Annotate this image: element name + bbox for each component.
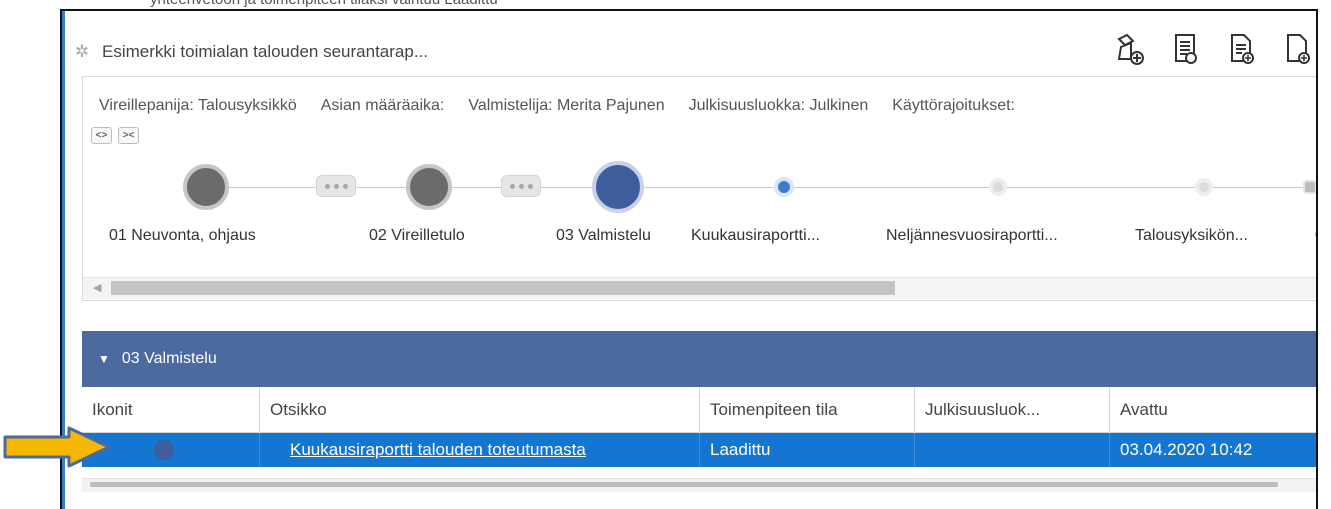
step-label[interactable]: 02 Vireilletulo — [369, 227, 465, 245]
task-status-icon — [154, 440, 174, 460]
top-instruction-text: yhteenvetoon ja toimenpiteen tilaksi vai… — [150, 0, 498, 8]
task-title-link[interactable]: Kuukausiraportti talouden toteutumasta — [270, 440, 586, 460]
case-header: ✲ Esimerkki toimialan talouden seurantar… — [72, 37, 428, 67]
row-publicity-cell — [915, 433, 1110, 467]
meta-maaraaika: Asian määräaika: — [320, 97, 445, 114]
table-scrollbar[interactable] — [82, 478, 1316, 492]
step-collapsed-pill[interactable] — [316, 175, 356, 197]
step-label[interactable]: Kuukausiraportti... — [691, 227, 820, 245]
new-document-icon[interactable] — [1280, 29, 1316, 69]
scroll-left-icon[interactable]: ◀ — [93, 281, 101, 294]
step-node-03-current[interactable] — [592, 161, 644, 213]
table-header: Ikonit Otsikko Toimenpiteen tila Julkisu… — [82, 387, 1316, 433]
top-text-strip: yhteenvetoon ja toimenpiteen tilaksi vai… — [0, 0, 1331, 9]
section-title: 03 Valmistelu — [121, 350, 217, 367]
task-node-kuukausiraportti[interactable] — [774, 177, 794, 197]
task-node-talousyksikon[interactable] — [1195, 178, 1213, 196]
table-scrollbar-thumb[interactable] — [90, 482, 1278, 487]
case-toolbar — [1112, 29, 1316, 69]
step-label[interactable]: 0 — [1315, 227, 1316, 245]
add-document-icon[interactable] — [1112, 29, 1148, 69]
task-node-neljannesvuosiraportti[interactable] — [989, 178, 1007, 196]
case-metadata: Vireillepanija: Talousyksikkö Asian määr… — [99, 97, 1015, 115]
row-title-cell: Kuukausiraportti talouden toteutumasta — [260, 433, 700, 467]
expand-timeline-button[interactable]: <> — [91, 127, 112, 144]
highlight-arrow-icon — [3, 426, 111, 468]
column-header[interactable]: Julkisuusluok... — [915, 387, 1110, 432]
gear-icon[interactable]: ✲ — [72, 42, 92, 62]
meta-julkisuusluokka: Julkisuusluokka: Julkinen — [688, 97, 869, 114]
step-collapsed-pill[interactable] — [501, 175, 541, 197]
column-header[interactable]: Toimenpiteen tila — [700, 387, 915, 432]
table-row[interactable]: Kuukausiraportti talouden toteutumasta L… — [82, 433, 1316, 467]
meta-valmistelija: Valmistelija: Merita Pajunen — [468, 97, 665, 114]
document-list-icon[interactable] — [1168, 29, 1204, 69]
timeline-nav: <> >< — [91, 127, 139, 144]
process-timeline: 01 Neuvonta, ohjaus 02 Vireilletulo 03 V… — [83, 157, 1316, 287]
step-node-02[interactable] — [406, 164, 452, 210]
step-label[interactable]: 01 Neuvonta, ohjaus — [109, 227, 256, 245]
column-header[interactable]: Otsikko — [260, 387, 700, 432]
step-label[interactable]: Neljännesvuosiraportti... — [886, 227, 1058, 245]
meta-vireillepanija: Vireillepanija: Talousyksikkö — [99, 97, 297, 114]
chevron-down-icon[interactable]: ▼ — [98, 352, 110, 366]
collapse-timeline-button[interactable]: >< — [118, 127, 139, 144]
scrollbar-thumb[interactable] — [111, 281, 895, 295]
case-window: ✲ Esimerkki toimialan talouden seurantar… — [60, 9, 1318, 509]
task-table: Ikonit Otsikko Toimenpiteen tila Julkisu… — [82, 387, 1316, 467]
meta-kayttorajoitukset: Käyttörajoitukset: — [892, 97, 1015, 114]
step-label[interactable]: 03 Valmistelu — [556, 227, 651, 245]
step-node-01[interactable] — [183, 164, 229, 210]
case-process-panel: Vireillepanija: Talousyksikkö Asian määr… — [82, 76, 1316, 301]
row-status-cell: Laadittu — [700, 433, 915, 467]
case-title: Esimerkki toimialan talouden seurantarap… — [102, 42, 428, 61]
timeline-connector — [208, 187, 1316, 188]
timeline-scrollbar[interactable]: ◀ — [83, 277, 1316, 299]
step-label[interactable]: Talousyksikön... — [1135, 227, 1248, 245]
task-node-next[interactable] — [1303, 180, 1316, 194]
document-edit-icon[interactable] — [1224, 29, 1260, 69]
row-opened-cell: 03.04.2020 10:42 — [1110, 433, 1316, 467]
phase-section-header[interactable]: ▼ 03 Valmistelu — [82, 331, 1316, 387]
column-header[interactable]: Avattu — [1110, 387, 1316, 432]
